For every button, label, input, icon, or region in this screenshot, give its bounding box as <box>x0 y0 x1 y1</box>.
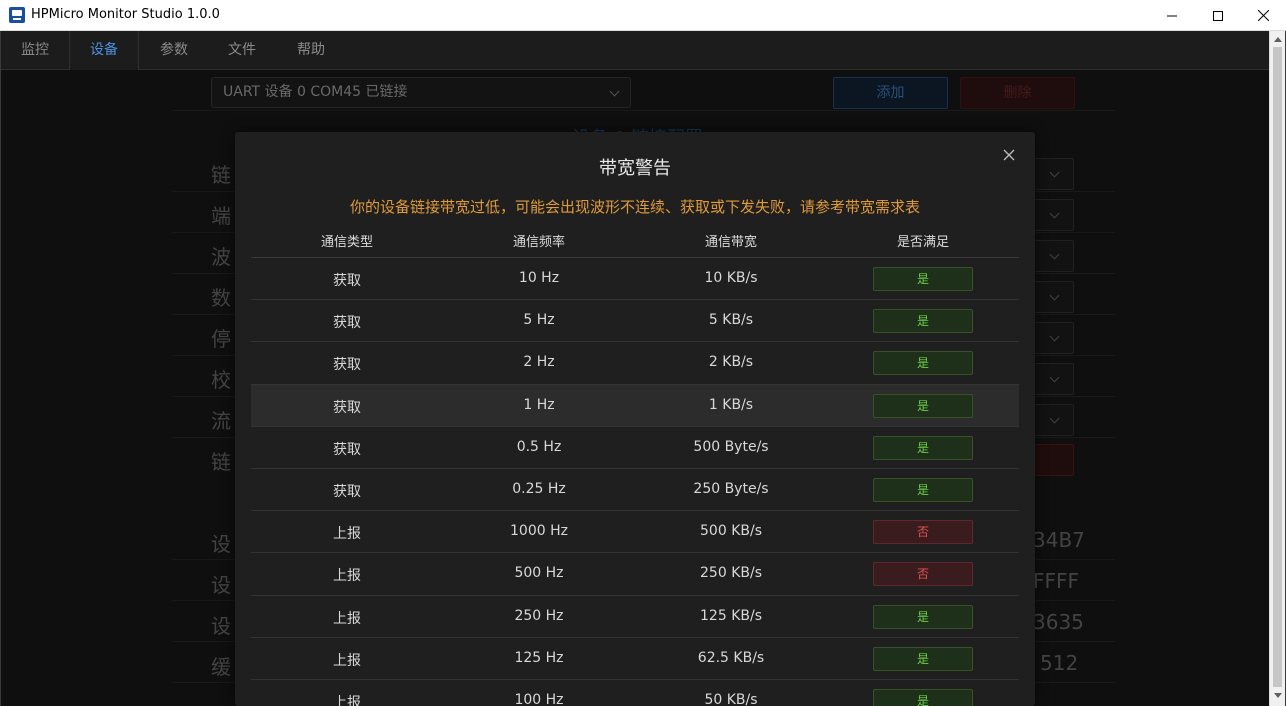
row-frequency: 1 Hz <box>523 396 555 413</box>
table-row: 上报 125 Hz 62.5 KB/s 是 <box>251 638 1019 680</box>
status-badge: 是 <box>873 435 973 460</box>
row-bandwidth: 62.5 KB/s <box>697 649 765 666</box>
row-frequency: 5 Hz <box>523 312 555 329</box>
row-bandwidth: 250 KB/s <box>700 565 762 582</box>
row-type: 获取 <box>333 441 361 458</box>
row-type: 上报 <box>333 568 361 585</box>
row-type: 上报 <box>333 694 361 706</box>
tab-params[interactable]: 参数 <box>139 31 209 70</box>
vertical-scrollbar[interactable] <box>1269 31 1285 706</box>
tab-bar: 监控 设备 参数 文件 帮助 <box>1 31 1269 71</box>
row-frequency: 500 Hz <box>514 565 564 582</box>
row-bandwidth: 250 Byte/s <box>693 480 769 497</box>
row-type: 获取 <box>333 315 361 332</box>
dialog-close-button[interactable] <box>1002 147 1016 161</box>
row-frequency: 250 Hz <box>514 607 564 624</box>
window-title: HPMicro Monitor Studio 1.0.0 <box>31 7 220 22</box>
table-row: 上报 100 Hz 50 KB/s 是 <box>251 680 1019 706</box>
minimize-icon <box>1167 15 1177 16</box>
minimize-button[interactable] <box>1149 0 1195 31</box>
status-badge: 是 <box>873 267 973 291</box>
status-badge: 否 <box>873 562 973 587</box>
maximize-button[interactable] <box>1195 0 1241 31</box>
row-frequency: 100 Hz <box>514 691 564 706</box>
row-bandwidth: 5 KB/s <box>708 312 754 329</box>
row-type: 上报 <box>333 610 361 627</box>
row-frequency: 125 Hz <box>514 649 564 666</box>
bandwidth-warning-dialog: 带宽警告 你的设备链接带宽过低，可能会出现波形不连续、获取或下发失败，请参考带宽… <box>235 132 1035 706</box>
status-badge: 是 <box>873 604 973 629</box>
status-badge: 是 <box>873 688 973 706</box>
status-badge: 是 <box>873 646 973 671</box>
tab-files[interactable]: 文件 <box>207 31 277 70</box>
row-type: 获取 <box>333 483 361 500</box>
close-icon <box>1003 149 1015 161</box>
row-bandwidth: 1 KB/s <box>708 396 754 413</box>
row-bandwidth: 50 KB/s <box>704 691 758 706</box>
status-badge: 是 <box>873 477 973 502</box>
scroll-up-arrow-icon[interactable] <box>1274 37 1282 42</box>
status-badge: 是 <box>873 309 973 334</box>
row-bandwidth: 125 KB/s <box>700 607 762 624</box>
table-row: 获取 5 Hz 5 KB/s 是 <box>251 300 1019 343</box>
row-frequency: 0.25 Hz <box>512 480 566 497</box>
row-bandwidth: 10 KB/s <box>704 270 758 286</box>
table-row: 获取 0.5 Hz 500 Byte/s 是 <box>251 427 1019 469</box>
table-row: 上报 250 Hz 125 KB/s 是 <box>251 596 1019 638</box>
column-header: 通信带宽 <box>704 235 757 250</box>
table-row: 获取 10 Hz 10 KB/s 是 <box>251 258 1019 301</box>
row-type: 获取 <box>333 273 361 289</box>
table-row: 获取 0.25 Hz 250 Byte/s 是 <box>251 469 1019 512</box>
row-bandwidth: 500 Byte/s <box>693 438 769 455</box>
bandwidth-table: 通信类型 通信频率 通信带宽 是否满足 获取 10 Hz 10 KB/s 是 获… <box>251 225 1019 706</box>
row-type: 获取 <box>333 357 361 374</box>
scroll-thumb[interactable] <box>1273 47 1282 687</box>
title-bar: HPMicro Monitor Studio 1.0.0 <box>0 0 1286 31</box>
tab-device[interactable]: 设备 <box>69 31 139 71</box>
row-frequency: 2 Hz <box>523 354 555 371</box>
tab-help[interactable]: 帮助 <box>276 31 346 70</box>
row-type: 上报 <box>333 526 361 543</box>
table-row: 上报 500 Hz 250 KB/s 否 <box>251 553 1019 596</box>
status-badge: 是 <box>873 351 973 376</box>
row-frequency: 1000 Hz <box>510 523 568 540</box>
app-logo-icon <box>9 7 25 23</box>
table-row: 获取 1 Hz 1 KB/s 是 <box>251 384 1019 427</box>
column-header: 通信类型 <box>320 235 373 250</box>
tab-monitor[interactable]: 监控 <box>1 31 69 70</box>
row-bandwidth: 2 KB/s <box>708 354 754 371</box>
row-frequency: 10 Hz <box>518 270 560 286</box>
status-badge: 否 <box>873 520 973 545</box>
row-type: 上报 <box>333 652 361 669</box>
close-window-button[interactable] <box>1240 0 1286 31</box>
close-icon <box>1257 10 1269 21</box>
row-bandwidth: 500 KB/s <box>700 523 762 540</box>
column-header: 通信频率 <box>512 235 565 250</box>
row-frequency: 0.5 Hz <box>516 438 562 455</box>
scroll-down-arrow-icon[interactable] <box>1274 693 1282 698</box>
warning-message: 你的设备链接带宽过低，可能会出现波形不连续、获取或下发失败，请参考带宽需求表 <box>349 198 920 216</box>
table-row: 获取 2 Hz 2 KB/s 是 <box>251 342 1019 385</box>
dialog-title: 带宽警告 <box>599 158 671 179</box>
status-badge: 是 <box>873 393 973 418</box>
maximize-icon <box>1213 10 1223 21</box>
column-header: 是否满足 <box>896 235 949 250</box>
table-row: 上报 1000 Hz 500 KB/s 否 <box>251 511 1019 554</box>
table-header: 通信类型 通信频率 通信带宽 是否满足 <box>251 225 1019 258</box>
row-type: 获取 <box>333 399 361 416</box>
